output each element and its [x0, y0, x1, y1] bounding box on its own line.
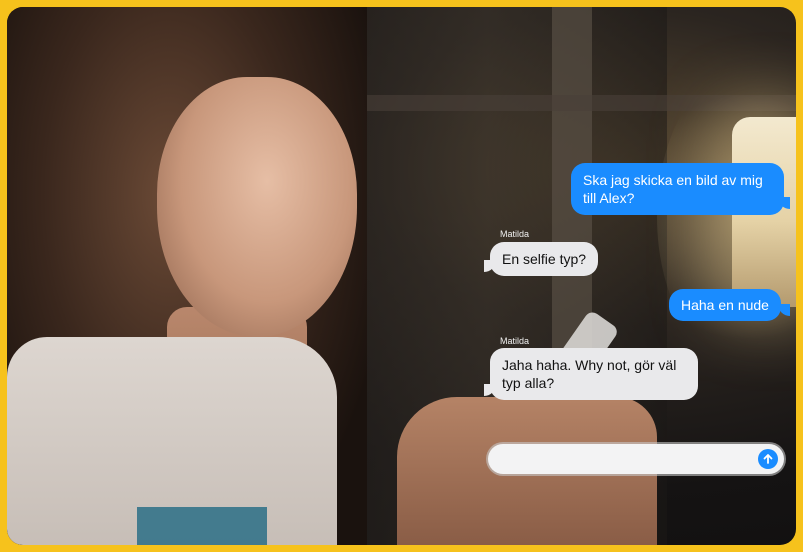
message-bubble-incoming: En selfie typ? — [490, 242, 599, 276]
message-input[interactable] — [488, 444, 784, 474]
message-sender: Matilda — [500, 336, 530, 346]
shirt-stripe — [137, 507, 267, 545]
message-bubble-outgoing: Haha en nude — [669, 289, 781, 321]
message-sender: Matilda — [500, 229, 530, 239]
person-face — [157, 77, 357, 337]
send-button[interactable] — [758, 449, 778, 469]
message-bubble-incoming: Jaha haha. Why not, gör väl typ alla? — [490, 348, 698, 400]
message-bubble-outgoing: Ska jag skicka en bild av mig till Alex? — [571, 163, 784, 215]
arrow-up-icon — [763, 454, 773, 464]
